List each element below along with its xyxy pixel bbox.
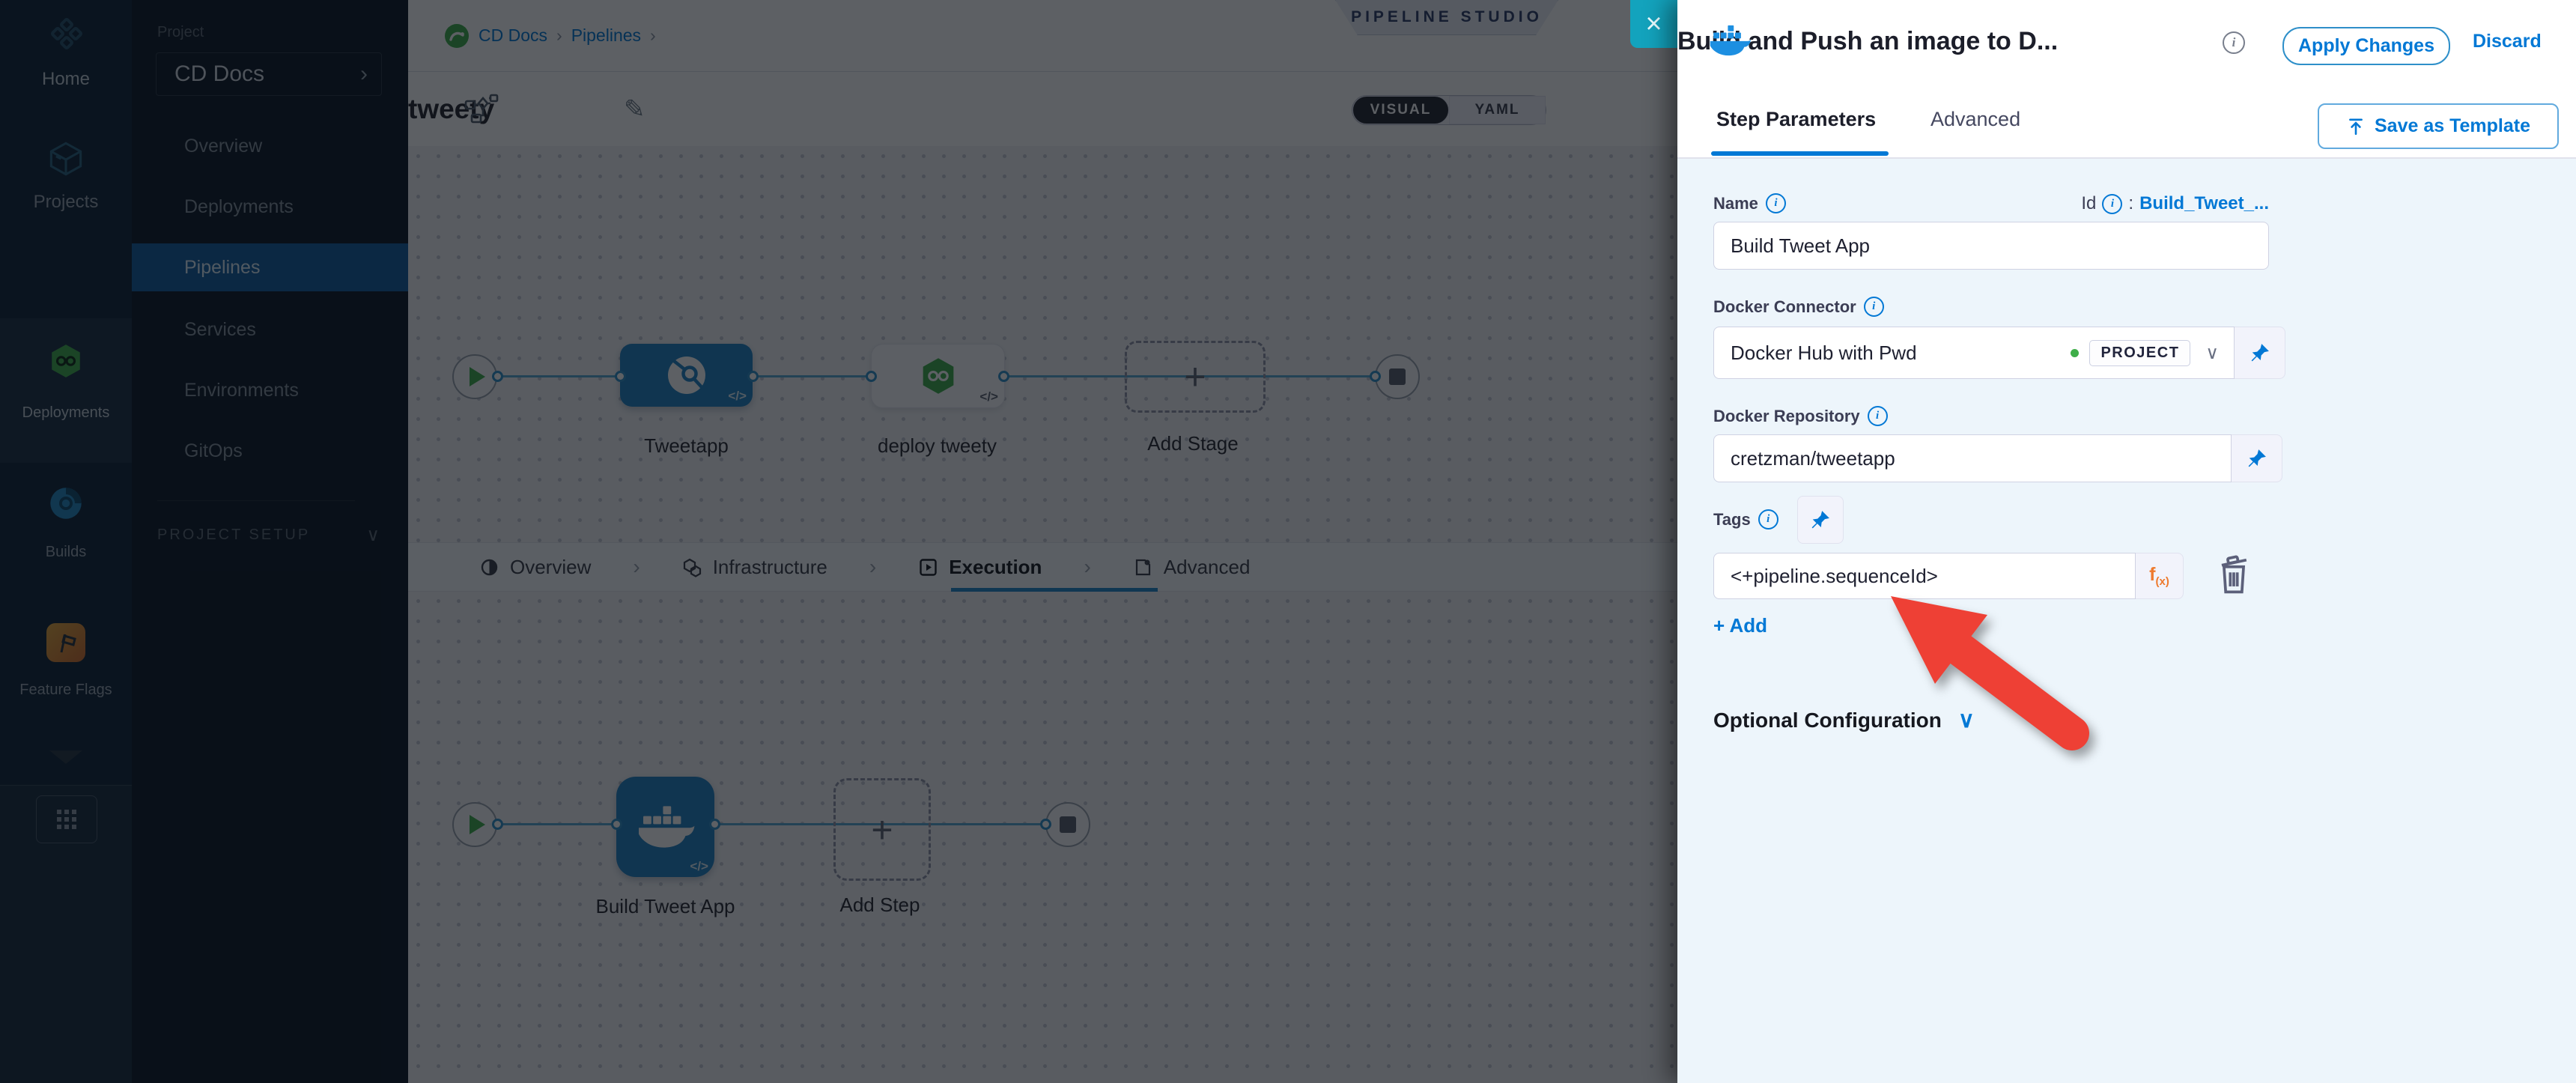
expression-toggle-button[interactable]: f(x) xyxy=(2136,553,2184,599)
docker-connector-label-row: Docker Connector i xyxy=(1713,297,1884,317)
tags-pin-button[interactable] xyxy=(1797,496,1844,544)
info-icon[interactable]: i xyxy=(1766,193,1786,213)
id-label: Id xyxy=(2081,193,2096,214)
step-id-row: Id i : Build_Tweet_... xyxy=(2022,193,2269,214)
docker-connector-select[interactable]: Docker Hub with Pwd PROJECT ∨ xyxy=(1713,327,2235,379)
scope-badge: PROJECT xyxy=(2089,340,2190,366)
name-label: Name xyxy=(1713,194,1758,213)
docker-connector-label: Docker Connector xyxy=(1713,297,1856,317)
docker-repository-label: Docker Repository xyxy=(1713,407,1860,426)
active-drawer-tab-underline xyxy=(1711,151,1889,156)
app-root: Home Projects Deployments Builds Feature… xyxy=(0,0,2576,1083)
drawer-tab-bar: Step Parameters Advanced Save as Templat… xyxy=(1677,82,2576,159)
info-icon[interactable]: i xyxy=(1758,509,1778,530)
name-input[interactable] xyxy=(1713,222,2269,270)
info-icon[interactable]: i xyxy=(2223,31,2245,54)
modal-dim-overlay xyxy=(0,0,1677,1083)
drawer-header: Build and Push an image to D... i Apply … xyxy=(1677,0,2576,83)
docker-repository-label-row: Docker Repository i xyxy=(1713,406,1888,426)
fx-icon: f(x) xyxy=(2149,564,2169,588)
pin-icon xyxy=(1811,510,1830,530)
tab-advanced[interactable]: Advanced xyxy=(1931,82,2020,156)
save-as-template-button[interactable]: Save as Template xyxy=(2318,103,2559,149)
info-icon[interactable]: i xyxy=(1864,297,1884,317)
docker-whale-icon xyxy=(1709,24,1751,61)
info-icon[interactable]: i xyxy=(1868,406,1888,426)
tags-label-row: Tags i xyxy=(1713,509,1778,530)
upload-template-icon xyxy=(2346,117,2366,136)
save-as-template-label: Save as Template xyxy=(2375,115,2530,137)
repository-pin-button[interactable] xyxy=(2232,434,2282,482)
docker-repository-input[interactable] xyxy=(1713,434,2232,482)
connector-pin-button[interactable] xyxy=(2235,327,2285,379)
annotation-arrow xyxy=(1883,590,2112,759)
chevron-down-icon[interactable]: ∨ xyxy=(2205,342,2219,364)
pin-icon xyxy=(2250,343,2270,362)
tags-label: Tags xyxy=(1713,510,1751,530)
id-separator: : xyxy=(2128,193,2133,214)
docker-connector-value: Docker Hub with Pwd xyxy=(1731,342,1917,365)
step-id-value[interactable]: Build_Tweet_... xyxy=(2139,193,2269,214)
tab-step-parameters[interactable]: Step Parameters xyxy=(1716,82,1876,156)
discard-button[interactable]: Discard xyxy=(2473,0,2542,82)
info-icon[interactable]: i xyxy=(2102,194,2122,214)
connector-status-dot xyxy=(2071,349,2079,357)
delete-tag-button[interactable] xyxy=(2215,554,2253,600)
trash-icon xyxy=(2215,554,2253,596)
name-label-row: Name i xyxy=(1713,193,1786,213)
add-tag-link[interactable]: + Add xyxy=(1713,614,1767,637)
step-config-drawer: Build and Push an image to D... i Apply … xyxy=(1677,0,2576,1083)
apply-changes-button[interactable]: Apply Changes xyxy=(2282,27,2450,65)
pin-icon xyxy=(2247,449,2267,468)
close-drawer-button[interactable]: × xyxy=(1630,0,1677,48)
